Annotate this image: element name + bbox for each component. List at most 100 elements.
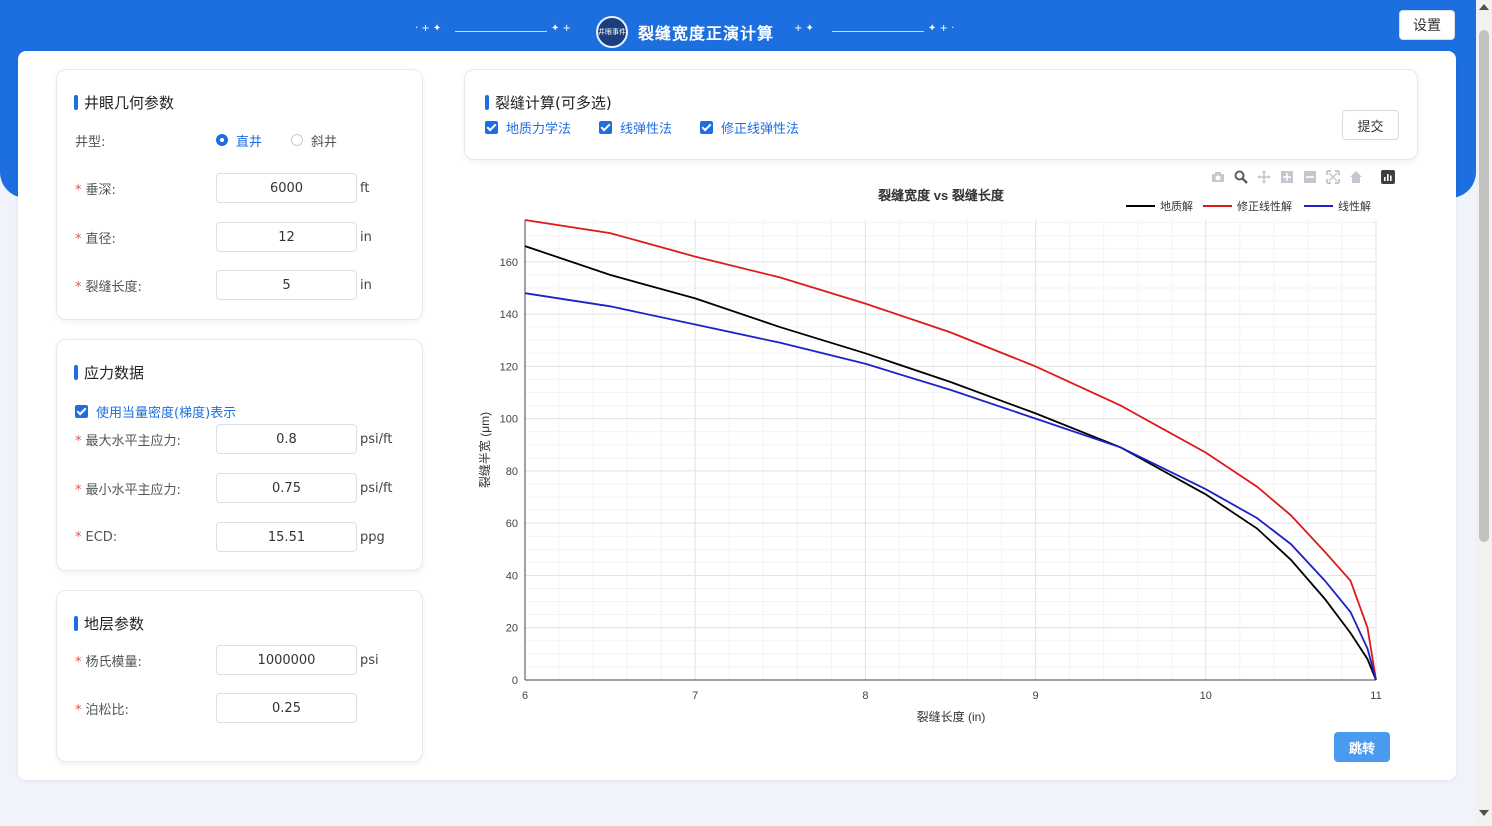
frac-length-label-text: 裂缝长度: xyxy=(85,279,142,295)
tvd-row: * 垂深: 6000 ft xyxy=(57,173,422,203)
settings-button[interactable]: 设置 xyxy=(1399,10,1455,40)
fracture-calc-card: 裂缝计算(可多选) 地质力学法 线弹性法 修正线弹性法 提交 xyxy=(464,69,1418,160)
x-tick-label: 10 xyxy=(1200,690,1212,702)
series-line-1 xyxy=(524,219,1377,681)
chart-series-lines xyxy=(524,219,1377,681)
wellbore-geometry-card: 井眼几何参数 井型: 直井 斜井 * 垂深: 6000 ft * 直径: 12 in… xyxy=(56,69,423,320)
scrollbar-thumb[interactable] xyxy=(1479,30,1489,542)
ecd-unit: ppg xyxy=(360,529,385,545)
well-type-row: 井型: 直井 斜井 xyxy=(57,125,422,155)
tvd-input[interactable]: 6000 xyxy=(216,173,357,203)
y-tick-label: 140 xyxy=(500,309,518,321)
diameter-input[interactable]: 12 xyxy=(216,222,357,252)
radio-selected-icon xyxy=(216,134,228,146)
stress-data-card: 应力数据 使用当量密度(梯度)表示 * 最大水平主应力: 0.8 psi/ft *… xyxy=(56,339,423,571)
app-logo-text: 井眼事件 xyxy=(598,28,626,36)
frac-length-unit: in xyxy=(360,277,372,293)
min-horizontal-stress-unit: psi/ft xyxy=(360,480,393,496)
fracture-calc-title: 裂缝计算(可多选) xyxy=(485,92,612,113)
radio-unselected-icon xyxy=(291,134,303,146)
chart-axes: 6 7 8 9 10 11 0 20 40 60 80 100 120 140 160 xyxy=(500,220,1382,702)
poisson-ratio-input[interactable]: 0.25 xyxy=(216,693,357,723)
min-horizontal-stress-label-text: 最小水平主应力: xyxy=(85,482,181,498)
sparkle-icon: · + ✦ xyxy=(415,23,442,34)
max-horizontal-stress-input[interactable]: 0.8 xyxy=(216,424,357,454)
app-title: 裂缝宽度正演计算 xyxy=(638,24,775,43)
x-tick-label: 8 xyxy=(862,690,868,702)
x-tick-label: 11 xyxy=(1370,690,1381,702)
radio-deviated-well-label: 斜井 xyxy=(311,134,338,150)
checkbox-checked-icon xyxy=(599,121,612,134)
radio-vertical-well-label: 直井 xyxy=(236,134,263,150)
poisson-ratio-row: * 泊松比: 0.25 xyxy=(57,693,422,723)
ecd-label-text: ECD: xyxy=(85,529,118,545)
max-horizontal-stress-label-text: 最大水平主应力: xyxy=(85,433,181,449)
max-horizontal-stress-row: * 最大水平主应力: 0.8 psi/ft xyxy=(57,424,422,454)
max-horizontal-stress-label: * 最大水平主应力: xyxy=(75,433,181,449)
diameter-unit: in xyxy=(360,229,372,245)
sparkle-icon: ✦ + · xyxy=(928,23,955,34)
checkbox-checked-icon xyxy=(485,121,498,134)
max-horizontal-stress-unit: psi/ft xyxy=(360,431,393,447)
y-tick-label: 120 xyxy=(500,361,518,373)
diameter-label: * 直径: xyxy=(75,231,116,247)
stress-data-title: 应力数据 xyxy=(74,362,144,383)
jump-button[interactable]: 跳转 xyxy=(1334,732,1390,762)
x-tick-label: 7 xyxy=(692,690,698,702)
y-tick-label: 160 xyxy=(500,257,518,269)
frac-length-input[interactable]: 5 xyxy=(216,270,357,300)
x-tick-label: 9 xyxy=(1033,690,1039,702)
sparkle-icon: ✦ + xyxy=(551,23,571,34)
method-geomechanics-checkbox[interactable]: 地质力学法 xyxy=(485,118,571,137)
checkbox-checked-icon xyxy=(700,121,713,134)
y-tick-label: 40 xyxy=(506,570,518,582)
youngs-modulus-label-text: 杨氏模量: xyxy=(85,654,142,670)
legend-label: 修正线性解 xyxy=(1237,199,1292,213)
header-decoration-line-left xyxy=(455,31,547,32)
method-linear-elastic-checkbox[interactable]: 线弹性法 xyxy=(599,118,672,137)
fracture-width-chart: 6 7 8 9 10 11 0 20 40 60 80 100 120 140 160 裂缝宽度 vs 裂缝… xyxy=(477,188,1382,724)
youngs-modulus-input[interactable]: 1000000 xyxy=(216,645,357,675)
chart-grid xyxy=(524,220,1377,681)
poisson-ratio-label-text: 泊松比: xyxy=(85,702,129,718)
radio-vertical-well[interactable]: 直井 xyxy=(216,131,262,150)
scroll-down-arrow-icon[interactable] xyxy=(1479,810,1489,816)
ecd-row: * ECD: 15.51 ppg xyxy=(57,522,422,552)
diameter-row: * 直径: 12 in xyxy=(57,222,422,252)
x-tick-label: 6 xyxy=(522,690,528,702)
chart-x-axis-label: 裂缝长度 (in) xyxy=(917,709,986,724)
frac-length-row: * 裂缝长度: 5 in xyxy=(57,270,422,300)
min-horizontal-stress-row: * 最小水平主应力: 0.75 psi/ft xyxy=(57,473,422,503)
method-modified-linear-elastic-label: 修正线弹性法 xyxy=(721,122,800,137)
min-horizontal-stress-input[interactable]: 0.75 xyxy=(216,473,357,503)
page-scrollbar[interactable] xyxy=(1476,0,1492,826)
method-modified-linear-elastic-checkbox[interactable]: 修正线弹性法 xyxy=(700,118,799,137)
wellbore-geometry-title: 井眼几何参数 xyxy=(74,92,174,113)
tvd-label-text: 垂深: xyxy=(85,182,116,198)
chart-y-axis-label: 裂缝半宽 (μm) xyxy=(477,412,492,488)
app-logo: 井眼事件 xyxy=(596,16,628,48)
youngs-modulus-label: * 杨氏模量: xyxy=(75,654,142,670)
min-horizontal-stress-label: * 最小水平主应力: xyxy=(75,482,181,498)
app-title-group: 井眼事件 裂缝宽度正演计算 xyxy=(596,14,774,50)
submit-button[interactable]: 提交 xyxy=(1342,110,1399,140)
youngs-modulus-row: * 杨氏模量: 1000000 psi xyxy=(57,645,422,675)
y-tick-label: 80 xyxy=(506,466,518,478)
formation-params-card: 地层参数 * 杨氏模量: 1000000 psi * 泊松比: 0.25 xyxy=(56,590,423,762)
tvd-label: * 垂深: xyxy=(75,182,116,198)
equiv-density-checkbox[interactable]: 使用当量密度(梯度)表示 xyxy=(75,402,236,421)
method-geomechanics-label: 地质力学法 xyxy=(506,122,572,137)
legend-label: 地质解 xyxy=(1160,199,1193,213)
legend-label: 线性解 xyxy=(1338,199,1371,213)
ecd-input[interactable]: 15.51 xyxy=(216,522,357,552)
poisson-ratio-label: * 泊松比: xyxy=(75,702,129,718)
y-tick-label: 60 xyxy=(506,518,518,530)
radio-deviated-well[interactable]: 斜井 xyxy=(291,131,337,150)
scroll-up-arrow-icon[interactable] xyxy=(1479,4,1489,10)
diameter-label-text: 直径: xyxy=(85,231,116,247)
sparkle-icon: + ✦ xyxy=(794,23,814,34)
frac-length-label: * 裂缝长度: xyxy=(75,279,142,295)
app-header: · + ✦ ✦ + 井眼事件 裂缝宽度正演计算 + ✦ ✦ + · 设置 xyxy=(0,0,1476,52)
chart-legend: 地质解 修正线性解 线性解 xyxy=(1126,199,1371,213)
ecd-label: * ECD: xyxy=(75,529,118,545)
